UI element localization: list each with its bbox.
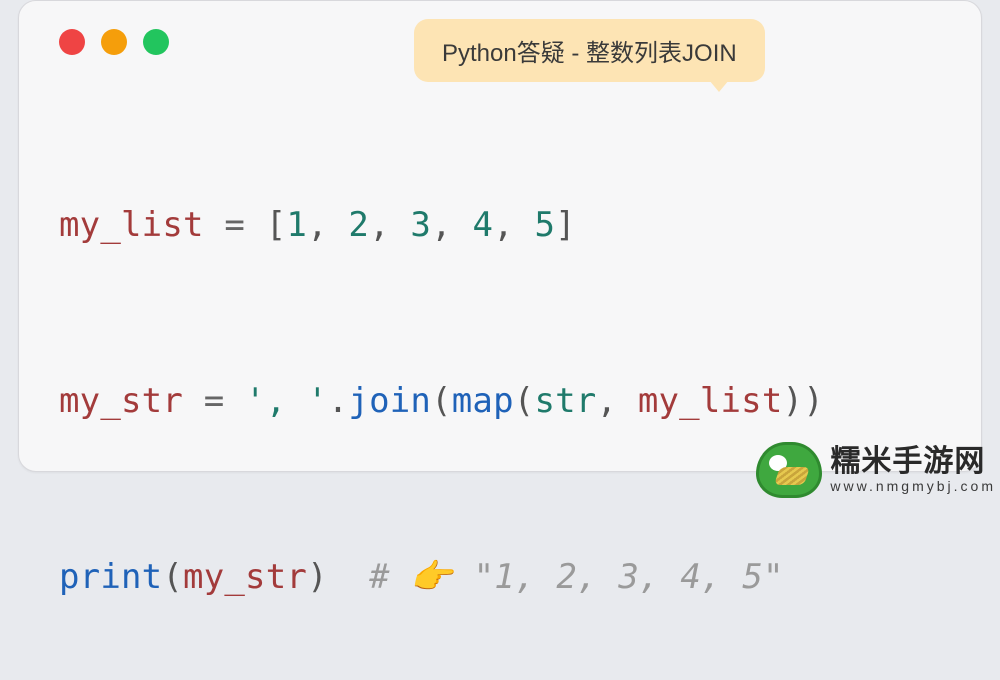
variable-my-list: my_list	[59, 205, 204, 245]
builtin-map: map	[452, 381, 514, 421]
code-window: Python答疑 - 整数列表JOIN my_list = [1, 2, 3, …	[18, 0, 982, 472]
watermark-text: 糯米手游网 www.nmgmybj.com	[830, 447, 996, 493]
title-bubble: Python答疑 - 整数列表JOIN	[414, 19, 765, 82]
close-icon	[59, 29, 85, 55]
code-line-1: my_list = [1, 2, 3, 4, 5]	[59, 205, 941, 246]
pointing-right-icon: 👉	[410, 557, 473, 597]
maximize-icon	[143, 29, 169, 55]
watermark-logo-icon	[756, 442, 822, 498]
builtin-print: print	[59, 557, 162, 597]
title-text: Python答疑 - 整数列表JOIN	[442, 40, 737, 67]
comment: # 👉 "1, 2, 3, 4, 5"	[369, 557, 784, 597]
method-join: join	[348, 381, 431, 421]
code-line-2: my_str = ', '.join(map(str, my_list))	[59, 381, 941, 422]
code-line-3: print(my_str) # 👉 "1, 2, 3, 4, 5"	[59, 557, 941, 598]
builtin-str: str	[534, 381, 596, 421]
watermark: 糯米手游网 www.nmgmybj.com	[756, 442, 996, 498]
watermark-site-name: 糯米手游网	[830, 447, 996, 477]
variable-my-str: my_str	[59, 381, 183, 421]
watermark-url: www.nmgmybj.com	[830, 479, 996, 493]
minimize-icon	[101, 29, 127, 55]
code-block: my_list = [1, 2, 3, 4, 5] my_str = ', '.…	[59, 123, 941, 680]
